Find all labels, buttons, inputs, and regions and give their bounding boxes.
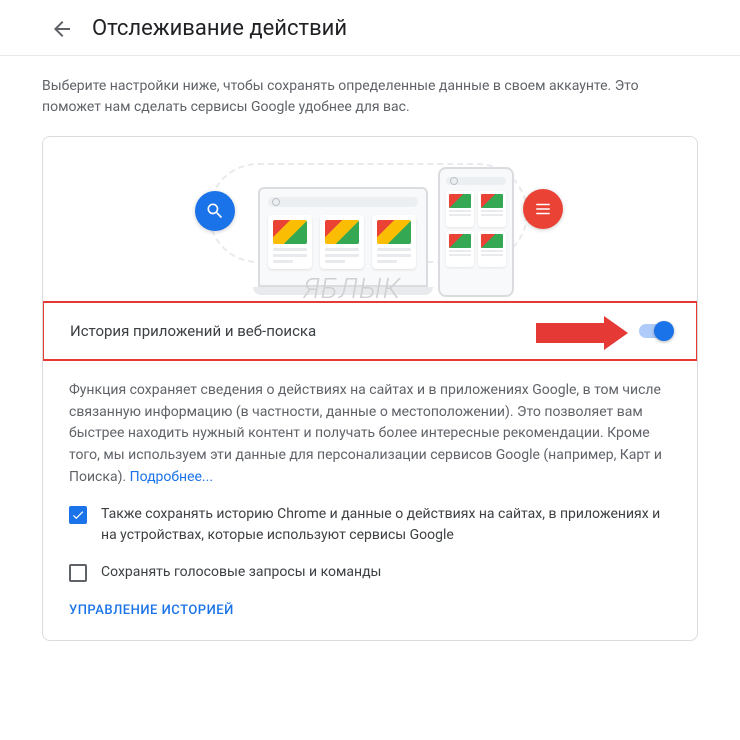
phone-illustration — [438, 167, 514, 297]
checkbox-label: Также сохранять историю Chrome и данные … — [101, 504, 671, 546]
back-arrow-icon[interactable] — [50, 17, 74, 41]
checkbox-label: Сохранять голосовые запросы и команды — [101, 562, 381, 583]
section-description: Функция сохраняет сведения о действиях н… — [43, 360, 697, 492]
learn-more-link[interactable]: Подробнее... — [130, 469, 213, 485]
checkbox-row-chrome: Также сохранять историю Chrome и данные … — [43, 492, 697, 550]
settings-card: ЯБЛЫК История приложений и веб-поиска Фу… — [42, 136, 698, 641]
search-icon — [195, 191, 235, 231]
activity-toggle[interactable] — [638, 321, 674, 341]
intro-text: Выберите настройки ниже, чтобы сохранять… — [0, 56, 740, 136]
list-icon — [523, 189, 563, 229]
voice-checkbox[interactable] — [69, 564, 87, 582]
manage-history-link[interactable]: УПРАВЛЕНИЕ ИСТОРИЕЙ — [43, 587, 697, 640]
toggle-label: История приложений и веб-поиска — [70, 322, 316, 340]
checkbox-row-voice: Сохранять голосовые запросы и команды — [43, 550, 697, 587]
illustration: ЯБЛЫК — [43, 137, 697, 302]
page-title: Отслеживание действий — [92, 16, 347, 41]
chrome-history-checkbox[interactable] — [69, 506, 87, 524]
page-header: Отслеживание действий — [0, 0, 740, 56]
web-app-activity-row: История приложений и веб-поиска — [42, 301, 698, 361]
annotation-arrow — [536, 316, 628, 350]
